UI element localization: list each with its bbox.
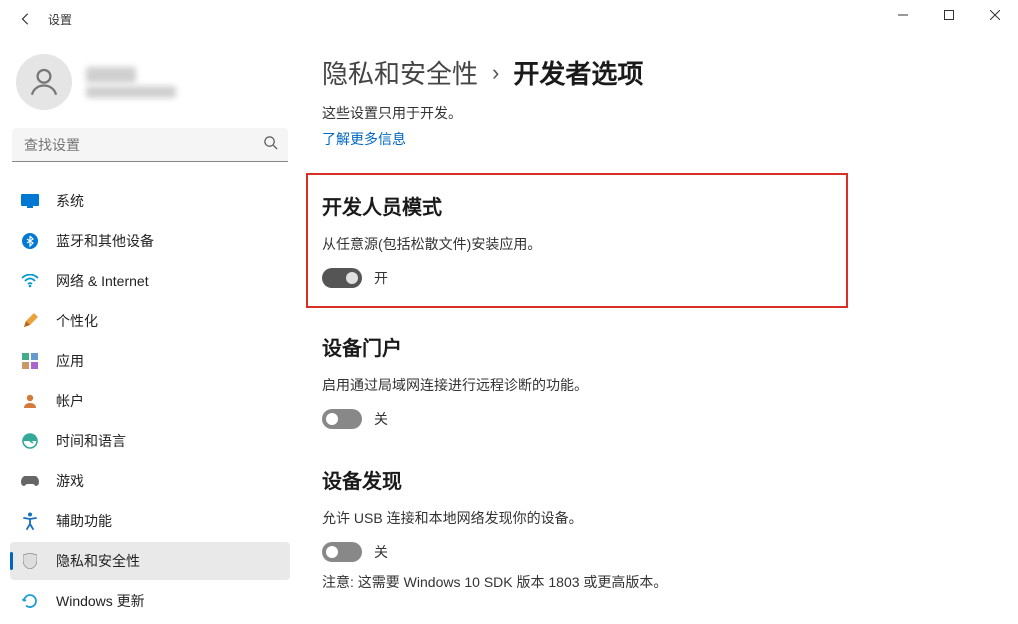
sidebar-item-update[interactable]: Windows 更新 [10, 582, 290, 620]
sidebar-item-bluetooth[interactable]: 蓝牙和其他设备 [10, 222, 290, 260]
learn-more-link[interactable]: 了解更多信息 [322, 129, 406, 149]
breadcrumb: 隐私和安全性 › 开发者选项 [322, 54, 988, 91]
nav-list: 系统 蓝牙和其他设备 网络 & Internet 个性化 应用 帐户 [10, 182, 290, 620]
section-title: 开发人员模式 [322, 191, 832, 220]
window-controls [880, 0, 1018, 30]
apps-icon [20, 351, 40, 371]
breadcrumb-parent[interactable]: 隐私和安全性 [322, 54, 478, 91]
sidebar-item-label: 应用 [56, 351, 84, 371]
back-button[interactable] [12, 5, 40, 33]
breadcrumb-current: 开发者选项 [513, 54, 643, 91]
chevron-right-icon: › [492, 60, 499, 86]
sidebar-item-label: 隐私和安全性 [56, 551, 140, 571]
person-icon [27, 65, 61, 99]
privacy-icon [20, 551, 40, 571]
accessibility-icon [20, 511, 40, 531]
sidebar-item-label: 时间和语言 [56, 431, 126, 451]
user-header[interactable] [10, 48, 290, 128]
search-box [12, 128, 288, 162]
sidebar-item-gaming[interactable]: 游戏 [10, 462, 290, 500]
sidebar-item-apps[interactable]: 应用 [10, 342, 290, 380]
sidebar-item-label: 蓝牙和其他设备 [56, 231, 154, 251]
section-desc: 启用通过局域网连接进行远程诊断的功能。 [322, 375, 988, 395]
sidebar-item-label: 游戏 [56, 471, 84, 491]
toggle-state-label: 开 [374, 268, 388, 288]
close-button[interactable] [972, 0, 1018, 30]
network-icon [20, 271, 40, 291]
titlebar: 设置 [0, 0, 1018, 38]
sidebar-item-accessibility[interactable]: 辅助功能 [10, 502, 290, 540]
maximize-icon [944, 10, 954, 20]
developer-mode-toggle[interactable] [322, 268, 362, 288]
developer-mode-section: 开发人员模式 从任意源(包括松散文件)安装应用。 开 [306, 173, 848, 308]
avatar [16, 54, 72, 110]
gaming-icon [20, 471, 40, 491]
toggle-state-label: 关 [374, 542, 388, 562]
sidebar-item-label: 个性化 [56, 311, 98, 331]
toggle-state-label: 关 [374, 409, 388, 429]
system-icon [20, 191, 40, 211]
sidebar-item-label: 帐户 [56, 391, 84, 411]
time-icon [20, 431, 40, 451]
section-title: 设备发现 [322, 465, 988, 494]
sidebar-item-label: 网络 & Internet [56, 271, 149, 291]
device-discovery-note: 注意: 这需要 Windows 10 SDK 版本 1803 或更高版本。 [322, 572, 988, 592]
minimize-icon [898, 10, 908, 20]
minimize-button[interactable] [880, 0, 926, 30]
sidebar-item-privacy[interactable]: 隐私和安全性 [10, 542, 290, 580]
bluetooth-icon [20, 231, 40, 251]
section-title: 设备门户 [322, 332, 988, 361]
sidebar: 系统 蓝牙和其他设备 网络 & Internet 个性化 应用 帐户 [0, 38, 300, 624]
sidebar-item-label: Windows 更新 [56, 591, 145, 611]
device-portal-section: 设备门户 启用通过局域网连接进行远程诊断的功能。 关 [322, 328, 988, 433]
intro-text: 这些设置只用于开发。 [322, 103, 988, 123]
sidebar-item-system[interactable]: 系统 [10, 182, 290, 220]
sidebar-item-label: 系统 [56, 191, 84, 211]
user-name-redacted [86, 64, 176, 101]
device-discovery-toggle[interactable] [322, 542, 362, 562]
account-icon [20, 391, 40, 411]
device-portal-toggle[interactable] [322, 409, 362, 429]
search-icon [263, 135, 278, 155]
sidebar-item-network[interactable]: 网络 & Internet [10, 262, 290, 300]
device-discovery-section: 设备发现 允许 USB 连接和本地网络发现你的设备。 关 注意: 这需要 Win… [322, 461, 988, 596]
sidebar-item-time[interactable]: 时间和语言 [10, 422, 290, 460]
update-icon [20, 591, 40, 611]
sidebar-item-label: 辅助功能 [56, 511, 112, 531]
window-title: 设置 [48, 11, 72, 28]
sidebar-item-account[interactable]: 帐户 [10, 382, 290, 420]
section-desc: 从任意源(包括松散文件)安装应用。 [322, 234, 832, 254]
maximize-button[interactable] [926, 0, 972, 30]
section-desc: 允许 USB 连接和本地网络发现你的设备。 [322, 508, 988, 528]
arrow-left-icon [19, 12, 33, 26]
search-input[interactable] [12, 128, 288, 162]
personalize-icon [20, 311, 40, 331]
content-area: 隐私和安全性 › 开发者选项 这些设置只用于开发。 了解更多信息 开发人员模式 … [300, 38, 1018, 624]
close-icon [990, 10, 1000, 20]
sidebar-item-personalize[interactable]: 个性化 [10, 302, 290, 340]
